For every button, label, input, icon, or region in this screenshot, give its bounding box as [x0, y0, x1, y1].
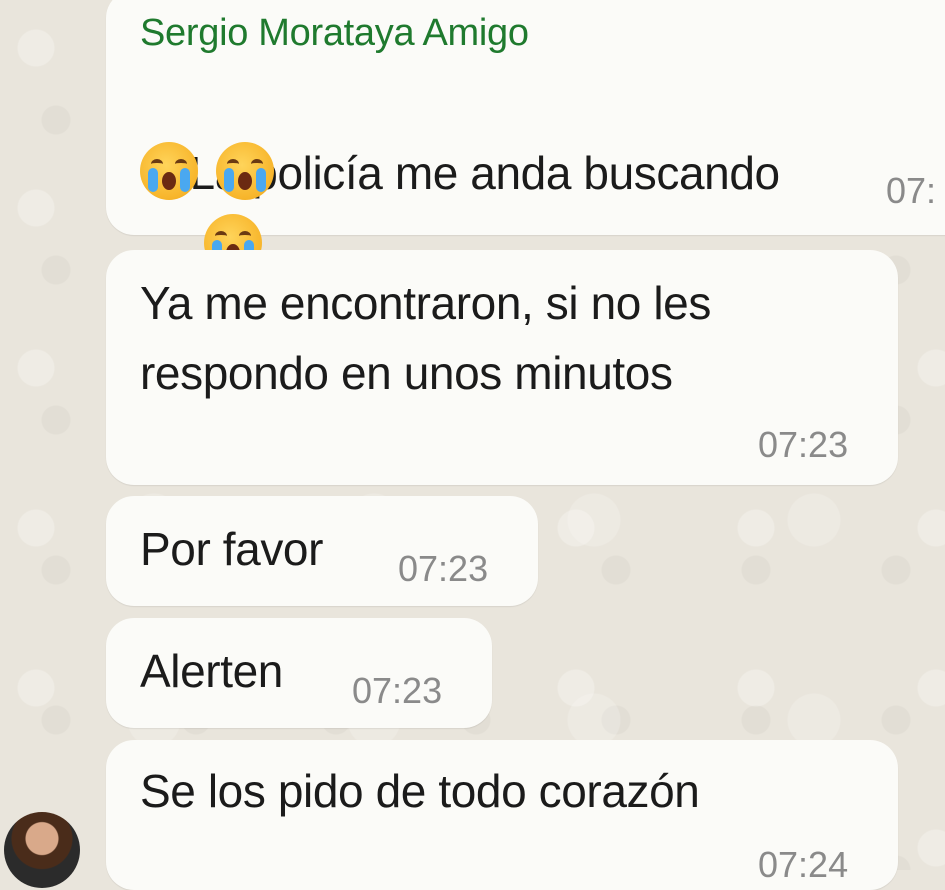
- message-bubble-5[interactable]: Se los pido de todo corazón 07:24: [106, 740, 898, 890]
- crying-face-icon: [216, 142, 275, 200]
- emoji-row: [140, 142, 275, 200]
- message-timestamp: 07:23: [398, 548, 489, 589]
- message-timestamp: 07:23: [758, 424, 849, 465]
- message-bubble-1[interactable]: Sergio Morataya Amigo La policía me anda…: [106, 0, 945, 272]
- crying-face-icon: [140, 142, 198, 200]
- message-bubble-4[interactable]: Alerten 07:23: [106, 618, 492, 728]
- message-timestamp: 07:24: [758, 844, 849, 885]
- message-text-line: La policía me anda buscando: [189, 147, 781, 199]
- message-text-line: Ya me encontraron, si no les: [140, 277, 711, 329]
- message-text: Alerten: [140, 645, 283, 697]
- message-text: Se los pido de todo corazón: [140, 765, 700, 817]
- message-timestamp: 07:: [886, 170, 937, 211]
- message-text-line: respondo en unos minutos: [140, 347, 673, 399]
- message-bubble-2[interactable]: Ya me encontraron, si no les respondo en…: [106, 250, 898, 485]
- message-timestamp: 07:23: [352, 670, 443, 711]
- sender-avatar[interactable]: [4, 812, 80, 888]
- message-text: Por favor: [140, 523, 324, 575]
- message-bubble-3[interactable]: Por favor 07:23: [106, 496, 538, 606]
- sender-name[interactable]: Sergio Morataya Amigo: [140, 12, 529, 55]
